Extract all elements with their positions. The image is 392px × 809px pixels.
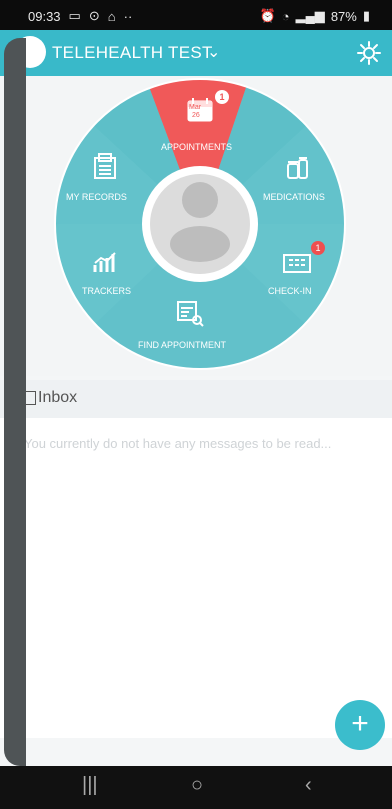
chevron-down-icon[interactable]: ⌄ <box>207 42 220 62</box>
status-right: ⏰ ◔ ▂▄▆ 87% ▮ <box>260 8 370 24</box>
alarm-icon: ⏰ <box>259 8 276 23</box>
side-drawer-handle[interactable] <box>4 38 26 766</box>
medications-label: MEDICATIONS <box>263 192 325 202</box>
app-bar: TELEHEALTH TEST ⌄ <box>0 30 392 76</box>
status-left: 09:33 ▭ ⊙ ⌂ ·· <box>28 8 132 24</box>
trackers-label: TRACKERS <box>82 286 132 296</box>
message-area <box>0 418 392 738</box>
check-in-badge: 1 <box>311 241 325 255</box>
system-nav-bar: ||| ○ ‹ <box>0 766 392 809</box>
battery-percent: 87% <box>330 8 357 24</box>
inbox-empty-message: You currently do not have any messages t… <box>24 436 332 451</box>
appointments-date-month: Mar <box>189 104 202 111</box>
signal-icon: ▂▄▆ <box>295 8 325 23</box>
gear-icon[interactable] <box>356 40 382 66</box>
message-icon: ▭ <box>68 8 81 23</box>
check-in-item[interactable]: 1 CHECK-IN <box>262 241 352 308</box>
check-in-icon <box>283 254 311 273</box>
notification-icon: ⌂ <box>107 8 116 24</box>
hero-wheel-area: 1 Mar 26 APPOINTMENTS MY RECORDS MEDICAT… <box>0 76 392 376</box>
back-icon[interactable]: ‹ <box>305 774 312 797</box>
recents-icon[interactable]: ||| <box>82 774 98 797</box>
my-records-item[interactable]: MY RECORDS <box>56 152 156 212</box>
check-in-label: CHECK-IN <box>268 286 312 296</box>
status-time: 09:33 <box>28 8 61 24</box>
wifi-icon: ◔ <box>281 8 290 24</box>
home-icon[interactable]: ○ <box>191 774 203 797</box>
trackers-icon <box>93 252 116 272</box>
appointments-date-day: 26 <box>192 112 200 119</box>
find-appointment-item[interactable]: FIND APPOINTMENT <box>128 296 248 356</box>
medications-item[interactable]: MEDICATIONS <box>255 152 355 212</box>
inbox-label: Inbox <box>38 389 78 406</box>
battery-icon: ▮ <box>362 8 370 23</box>
records-icon <box>94 153 116 179</box>
medications-icon <box>287 157 308 179</box>
appointments-item[interactable]: 1 Mar 26 APPOINTMENTS <box>153 84 247 157</box>
inbox-header: Inbox <box>0 380 392 418</box>
find-appointment-label: FIND APPOINTMENT <box>138 340 227 350</box>
appointments-badge: 1 <box>215 90 229 104</box>
app-title[interactable]: TELEHEALTH TEST <box>52 43 213 63</box>
appointments-label: APPOINTMENTS <box>161 142 233 152</box>
status-bar: 09:33 ▭ ⊙ ⌂ ·· ⏰ ◔ ▂▄▆ 87% ▮ <box>0 0 392 30</box>
find-appointment-icon <box>177 301 204 327</box>
more-icon: ·· <box>123 8 133 24</box>
my-records-label: MY RECORDS <box>66 192 127 202</box>
add-button[interactable]: + <box>335 700 385 750</box>
sync-icon: ⊙ <box>88 8 100 23</box>
